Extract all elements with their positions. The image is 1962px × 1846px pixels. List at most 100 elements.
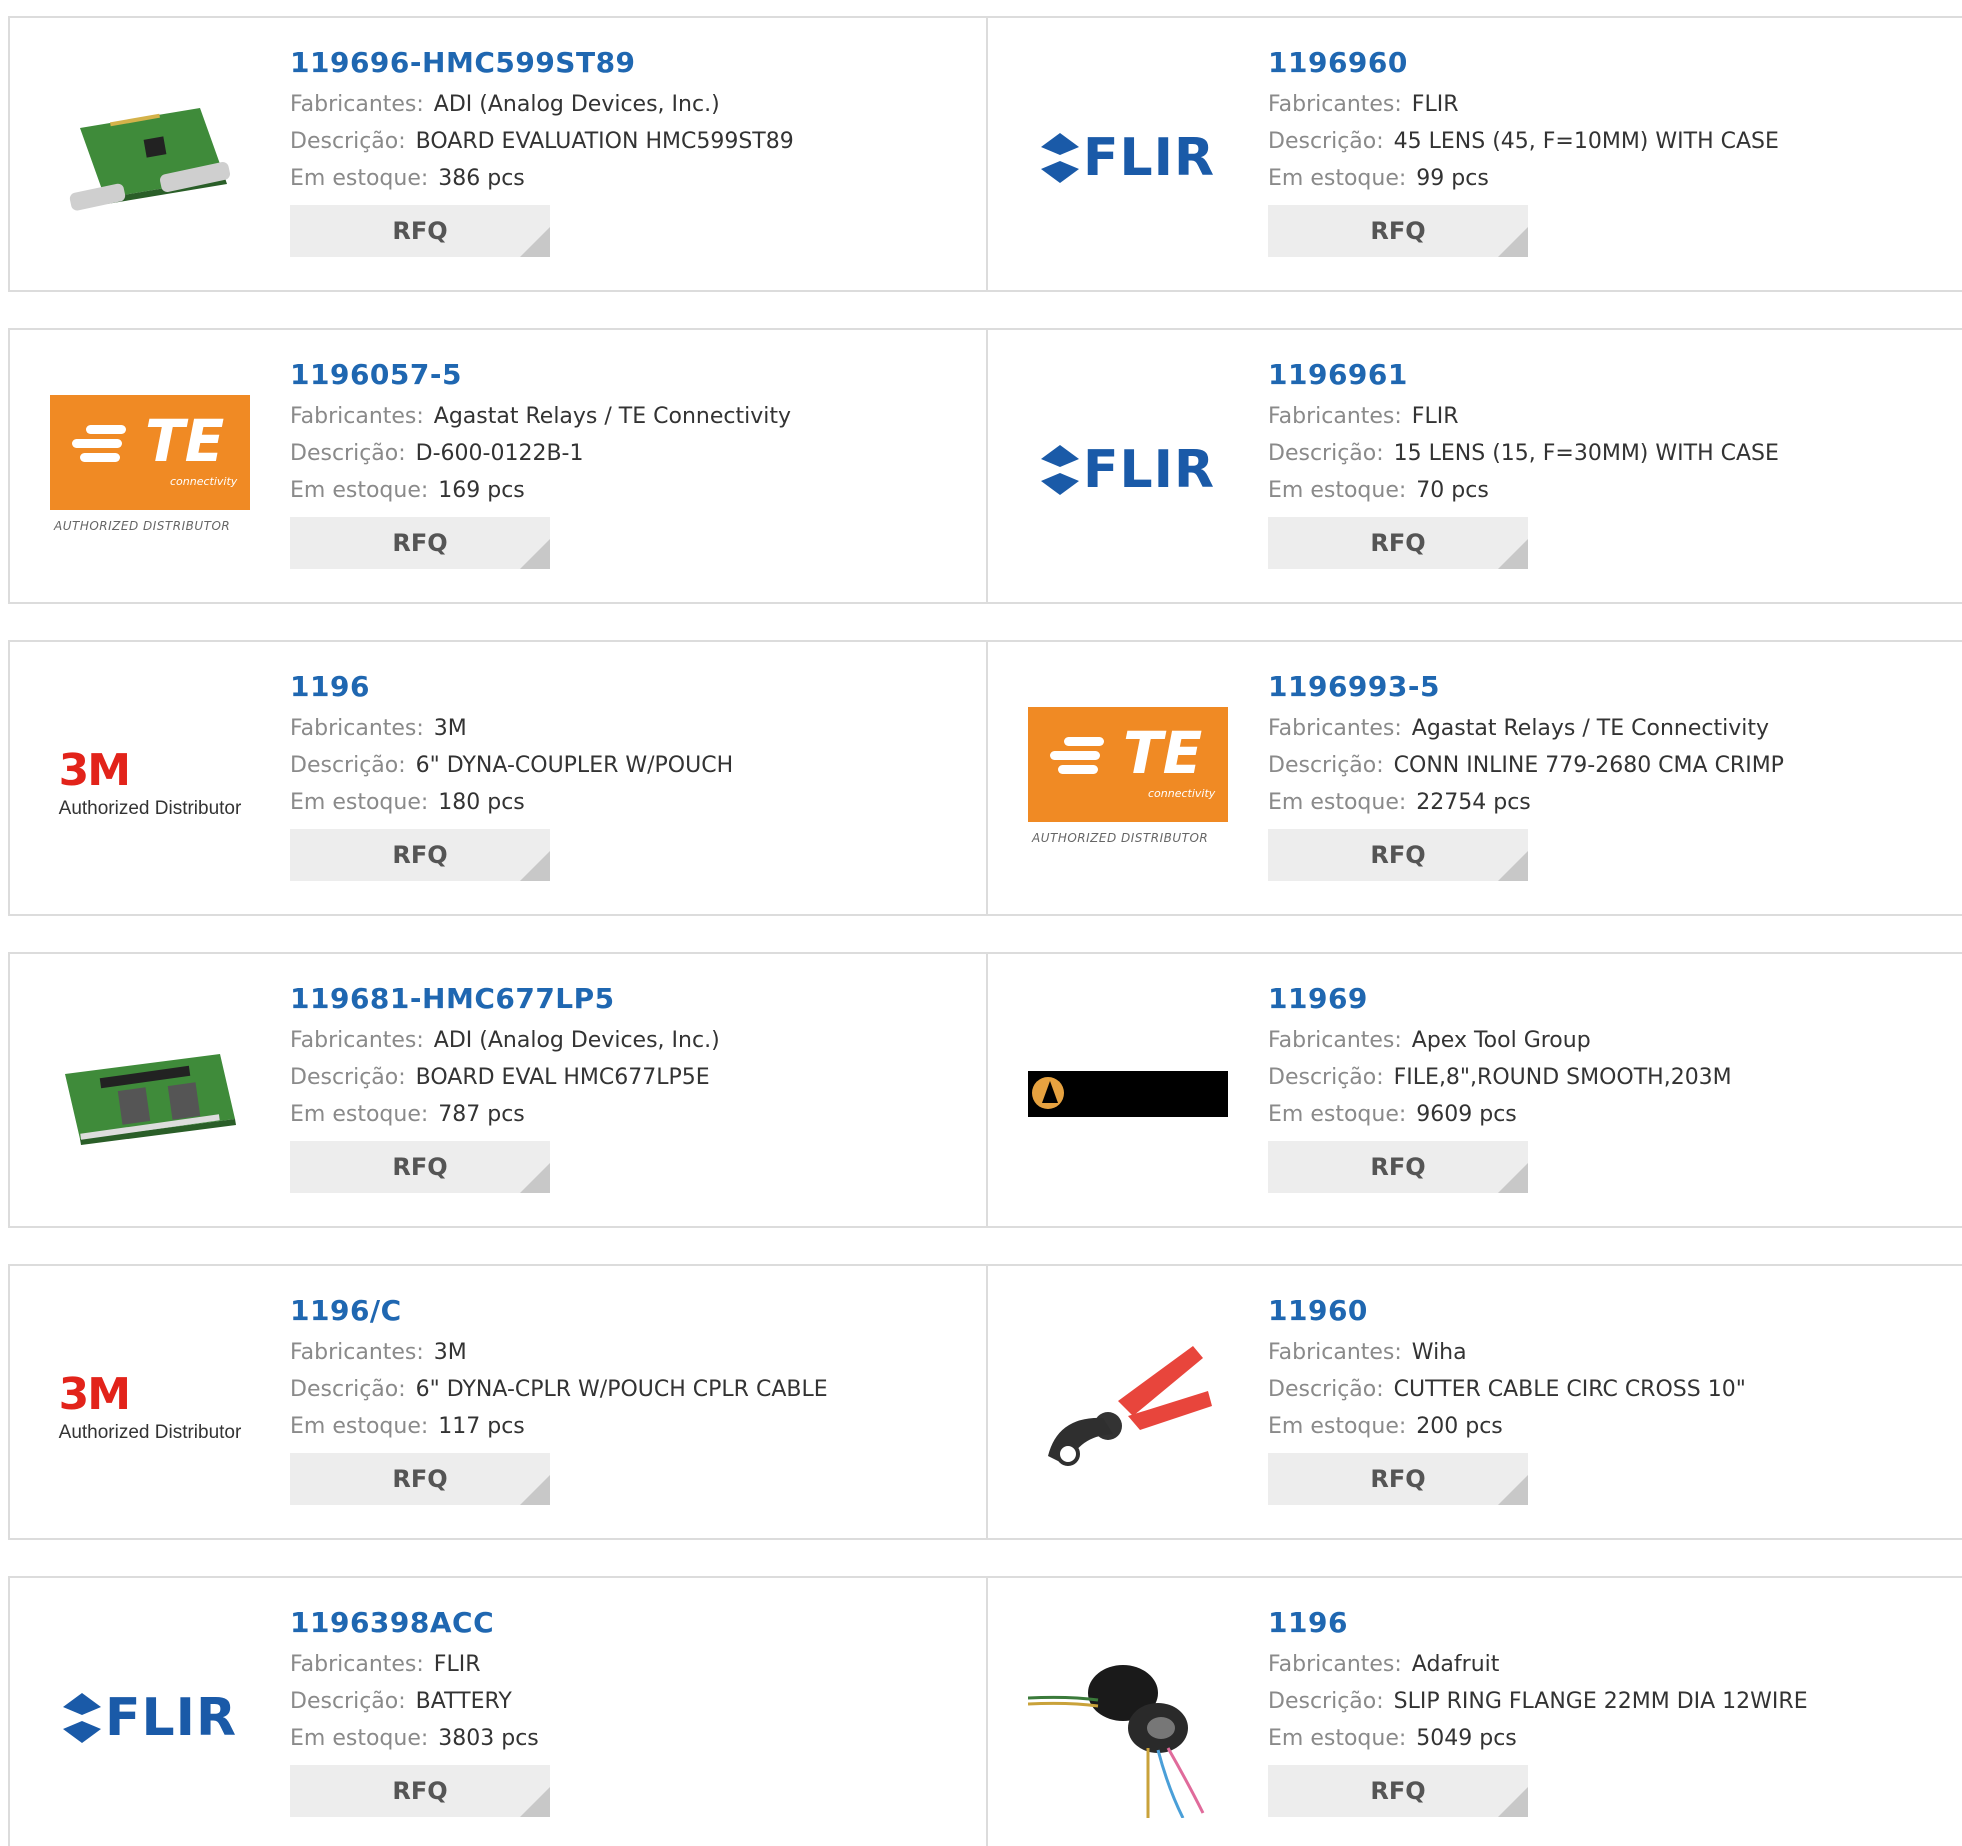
- rfq-button[interactable]: RFQ: [290, 1765, 550, 1817]
- stock-row: Em estoque: 70 pcs: [1268, 478, 1489, 503]
- description-value: BOARD EVAL HMC677LP5E: [415, 1065, 710, 1090]
- manufacturer-row: Fabricantes: FLIR: [1268, 404, 1459, 429]
- part-number-link[interactable]: 11960: [1268, 1294, 1746, 1334]
- stock-row: Em estoque: 169 pcs: [290, 478, 525, 503]
- pcb-board-icon: [69, 108, 230, 211]
- description-value: CUTTER CABLE CIRC CROSS 10": [1393, 1377, 1746, 1402]
- stock-row: Em estoque: 9609 pcs: [1268, 1102, 1517, 1127]
- product-grid: 119696-HMC599ST89 Fabricantes: ADI (Analo…: [0, 0, 1962, 1846]
- stock-value: 5049 pcs: [1416, 1726, 1517, 1751]
- stock-value: 787 pcs: [438, 1102, 525, 1127]
- stock-value: 386 pcs: [438, 166, 525, 191]
- product-image[interactable]: [1028, 1618, 1228, 1818]
- part-number-link[interactable]: 1196961: [1268, 358, 1779, 398]
- manufacturer-row: Fabricantes: ADI (Analog Devices, Inc.): [290, 92, 720, 117]
- rfq-button[interactable]: RFQ: [1268, 829, 1528, 881]
- part-number-link[interactable]: 1196/C: [290, 1294, 828, 1334]
- stock-row: Em estoque: 180 pcs: [290, 790, 525, 815]
- part-number-link[interactable]: 1196398ACC: [290, 1606, 550, 1646]
- rfq-button[interactable]: RFQ: [290, 1141, 550, 1193]
- corner-triangle-icon: [1498, 851, 1528, 881]
- rfq-button[interactable]: RFQ: [290, 205, 550, 257]
- slip-ring-icon: [1028, 1665, 1205, 1818]
- product-image[interactable]: [1028, 994, 1228, 1194]
- corner-triangle-icon: [520, 1475, 550, 1505]
- flir-diamond-icon: [1040, 445, 1079, 495]
- corner-triangle-icon: [520, 539, 550, 569]
- part-number-link[interactable]: 1196057-5: [290, 358, 791, 398]
- description-value: 6" DYNA-CPLR W/POUCH CPLR CABLE: [415, 1377, 828, 1402]
- product-card: TE connectivity AUTHORIZED DISTRIBUTOR 1…: [8, 328, 988, 604]
- rfq-button[interactable]: RFQ: [1268, 1453, 1528, 1505]
- product-image[interactable]: FLIR: [1028, 58, 1228, 258]
- part-number-link[interactable]: 1196960: [1268, 46, 1779, 86]
- part-number-link[interactable]: 11969: [1268, 982, 1732, 1022]
- manufacturer-value: Adafruit: [1411, 1652, 1500, 1677]
- flir-logo: FLIR: [62, 1688, 237, 1748]
- description-value: 45 LENS (45, F=10MM) WITH CASE: [1393, 129, 1779, 154]
- corner-triangle-icon: [520, 1163, 550, 1193]
- description-row: Descrição: D-600-0122B-1: [290, 441, 584, 466]
- part-number-link[interactable]: 119681-HMC677LP5: [290, 982, 720, 1022]
- rfq-button[interactable]: RFQ: [1268, 1765, 1528, 1817]
- part-number-link[interactable]: 1196: [290, 670, 733, 710]
- description-value: BATTERY: [415, 1689, 512, 1714]
- product-card: FLIR 1196398ACC Fabricantes: FLIR Descriç…: [8, 1576, 988, 1846]
- product-image[interactable]: 3M Authorized Distributor: [50, 1306, 250, 1506]
- stock-value: 22754 pcs: [1416, 790, 1531, 815]
- manufacturer-value: FLIR: [433, 1652, 481, 1677]
- product-image[interactable]: FLIR: [50, 1618, 250, 1818]
- rfq-button[interactable]: RFQ: [290, 517, 550, 569]
- flir-diamond-icon: [1040, 133, 1079, 183]
- corner-triangle-icon: [1498, 1787, 1528, 1817]
- product-image[interactable]: FLIR: [1028, 370, 1228, 570]
- product-card: 3M Authorized Distributor 1196 Fabricant…: [8, 640, 988, 916]
- pcb-board-icon: [65, 1054, 236, 1145]
- rfq-button[interactable]: RFQ: [1268, 517, 1528, 569]
- product-image[interactable]: [50, 58, 250, 258]
- product-card: 119696-HMC599ST89 Fabricantes: ADI (Analo…: [8, 16, 988, 292]
- apex-logo: [1028, 1071, 1228, 1117]
- manufacturer-value: Apex Tool Group: [1411, 1028, 1591, 1053]
- description-row: Descrição: CUTTER CABLE CIRC CROSS 10": [1268, 1377, 1746, 1402]
- manufacturer-value: FLIR: [1411, 404, 1459, 429]
- part-number-link[interactable]: 1196: [1268, 1606, 1808, 1646]
- part-number-link[interactable]: 119696-HMC599ST89: [290, 46, 794, 86]
- product-image[interactable]: TE connectivity AUTHORIZED DISTRIBUTOR: [50, 370, 250, 570]
- flir-logo: FLIR: [1040, 440, 1215, 500]
- stock-row: Em estoque: 99 pcs: [1268, 166, 1489, 191]
- description-value: SLIP RING FLANGE 22MM DIA 12WIRE: [1393, 1689, 1808, 1714]
- stock-value: 3803 pcs: [438, 1726, 539, 1751]
- stock-value: 117 pcs: [438, 1414, 525, 1439]
- manufacturer-value: Agastat Relays / TE Connectivity: [433, 404, 791, 429]
- product-image[interactable]: 3M Authorized Distributor: [50, 682, 250, 882]
- stock-value: 180 pcs: [438, 790, 525, 815]
- stock-row: Em estoque: 5049 pcs: [1268, 1726, 1517, 1751]
- description-row: Descrição: SLIP RING FLANGE 22MM DIA 12WI…: [1268, 1689, 1808, 1714]
- product-image[interactable]: [1028, 1306, 1228, 1506]
- rfq-button[interactable]: RFQ: [290, 1453, 550, 1505]
- product-card: 3M Authorized Distributor 1196/C Fabrica…: [8, 1264, 988, 1540]
- part-number-link[interactable]: 1196993-5: [1268, 670, 1784, 710]
- description-row: Descrição: 6" DYNA-COUPLER W/POUCH: [290, 753, 734, 778]
- description-value: D-600-0122B-1: [415, 441, 584, 466]
- product-image[interactable]: TE connectivity AUTHORIZED DISTRIBUTOR: [1028, 682, 1228, 882]
- description-value: FILE,8",ROUND SMOOTH,203M: [1393, 1065, 1732, 1090]
- manufacturer-value: Agastat Relays / TE Connectivity: [1411, 716, 1769, 741]
- manufacturer-row: Fabricantes: Agastat Relays / TE Connecti…: [1268, 716, 1769, 741]
- rfq-button[interactable]: RFQ: [290, 829, 550, 881]
- corner-triangle-icon: [520, 851, 550, 881]
- product-image[interactable]: [50, 994, 250, 1194]
- corner-triangle-icon: [1498, 1163, 1528, 1193]
- manufacturer-row: Fabricantes: Agastat Relays / TE Connecti…: [290, 404, 791, 429]
- 3m-logo: 3M Authorized Distributor: [58, 744, 242, 819]
- stock-value: 200 pcs: [1416, 1414, 1503, 1439]
- stock-row: Em estoque: 117 pcs: [290, 1414, 525, 1439]
- description-row: Descrição: 45 LENS (45, F=10MM) WITH CASE: [1268, 129, 1779, 154]
- rfq-button[interactable]: RFQ: [1268, 1141, 1528, 1193]
- rfq-button[interactable]: RFQ: [1268, 205, 1528, 257]
- description-row: Descrição: CONN INLINE 779-2680 CMA CRIMP: [1268, 753, 1784, 778]
- manufacturer-row: Fabricantes: FLIR: [1268, 92, 1459, 117]
- manufacturer-row: Fabricantes: FLIR: [290, 1652, 481, 1677]
- product-card: TE connectivity AUTHORIZED DISTRIBUTOR 1…: [986, 640, 1962, 916]
